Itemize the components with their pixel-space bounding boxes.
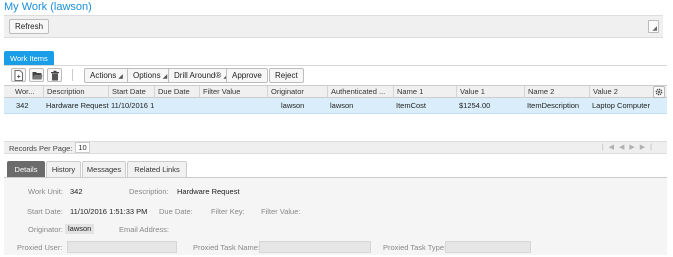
cell-value-1: $1254.00 [459,101,491,110]
chevron-down-icon: ◢ [118,74,123,80]
tab-work-items[interactable]: Work Items [4,51,54,66]
top-toolbar: Refresh ◢ [4,15,663,38]
cell-name-1: ItemCost [396,101,427,110]
cell-work-unit: 342 [16,101,29,110]
options-dropdown[interactable]: Options ◢ [127,68,174,83]
refresh-button[interactable]: Refresh [9,19,50,34]
gear-icon [655,88,663,96]
chevron-down-icon: ◢ [162,74,168,80]
filter-value-label: Filter Value: [261,207,301,216]
column-header[interactable]: Name 2 [524,86,589,98]
column-header[interactable]: Value 2 [589,86,649,98]
start-date-label: Start Date: [27,207,63,216]
column-header[interactable]: Filter Value [199,86,267,98]
cell-name-2: ItemDescription [527,101,580,110]
new-item-button[interactable] [11,68,26,82]
column-header[interactable]: Name 1 [393,86,456,98]
first-page-icon[interactable]: |◀ [602,144,619,151]
description-value: Hardware Request [177,187,240,196]
start-date-value: 11/10/2016 1:51:33 PM [70,207,148,216]
actions-dropdown[interactable]: Actions ◢ [84,68,129,83]
drill-around-dropdown[interactable]: Drill Around®◢ [168,68,234,83]
reject-button[interactable]: Reject [269,68,304,83]
grid-settings-button[interactable] [653,86,665,98]
work-unit-label: Work Unit: [28,187,63,196]
due-date-label: Due Date: [159,207,193,216]
column-header[interactable]: Description [43,86,108,98]
originator-label: Originator: [28,225,64,234]
cell-authenticated: lawson [330,101,354,110]
drill-around-label: Drill Around® [174,71,222,80]
page-title: My Work (lawson) [4,1,92,13]
approve-button[interactable]: Approve [226,68,268,83]
details-panel: Work Unit: 342 Description: Hardware Req… [4,177,667,255]
grid-header: Wor... Description Start Date Due Date F… [4,85,667,98]
column-header[interactable]: Wor... [15,86,43,98]
cell-value-2: Laptop Computer [592,101,650,110]
tab-related-links[interactable]: Related Links [127,161,187,177]
description-label: Description: [129,187,169,196]
previous-page-icon[interactable]: ◀ [619,144,629,151]
column-header[interactable]: Originator [267,86,327,98]
tab-history[interactable]: History [46,161,81,177]
options-label: Options [133,71,161,80]
action-toolbar: Actions◢ Options◢ Drill Around®◢ Approve… [4,66,667,84]
proxied-task-type-label: Proxied Task Type: [383,243,447,252]
email-address-label: Email Address: [119,225,170,234]
delete-item-button[interactable] [47,68,62,82]
column-header[interactable]: Authenticated ... [327,86,393,98]
folder-open-icon [32,72,43,80]
records-per-page-input[interactable]: 10 [75,142,90,153]
column-header[interactable]: Start Date [108,86,154,98]
proxied-user-label: Proxied User: [17,243,63,252]
trash-icon [51,70,59,81]
toolbar-separator [72,69,73,81]
cell-start-date: 11/10/2016 1 [111,101,155,110]
open-item-button[interactable] [29,68,44,82]
records-per-page-label: Records Per Page: [9,144,73,153]
pager-bar: Records Per Page: 10 |◀◀▶▶| [4,141,667,154]
table-row[interactable]: 342 Hardware Request 11/10/2016 1 lawson… [4,98,667,114]
tab-details[interactable]: Details [7,161,45,177]
new-document-icon [14,70,23,81]
proxied-task-type-field[interactable] [445,241,531,253]
filter-key-label: Filter Key: [211,207,245,216]
proxied-user-field[interactable] [67,241,177,253]
actions-label: Actions [90,71,117,80]
next-page-icon[interactable]: ▶ [629,144,639,151]
work-unit-value: 342 [70,187,83,196]
proxied-task-name-field[interactable] [259,241,371,253]
column-header[interactable]: Value 1 [456,86,524,98]
cell-originator: lawson [281,101,305,110]
collapse-toggle-button[interactable]: ◢ [648,20,659,33]
proxied-task-name-label: Proxied Task Name: [193,243,260,252]
originator-value: lawson [65,224,95,234]
tab-messages[interactable]: Messages [82,161,126,177]
pager-navigation: |◀◀▶▶| [602,142,657,153]
last-page-icon[interactable]: ▶| [640,144,657,151]
cell-description: Hardware Request [46,101,109,110]
column-header[interactable]: Due Date [154,86,199,98]
